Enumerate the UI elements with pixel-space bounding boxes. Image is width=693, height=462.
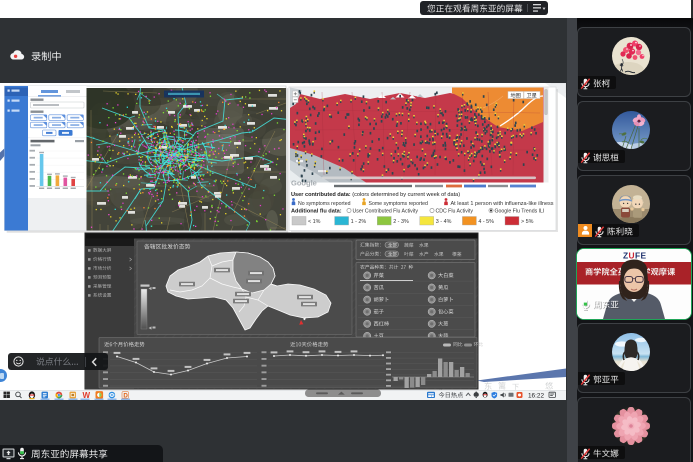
svg-text:1 - 2%: 1 - 2%	[351, 219, 367, 225]
svg-text:> 5%: > 5%	[521, 219, 534, 225]
svg-text:< 1%: < 1%	[308, 219, 321, 225]
svg-text:User contributed data: (colors: User contributed data: (colors determine…	[291, 192, 460, 198]
svg-text:Google: Google	[291, 179, 317, 188]
svg-text:User Contributed Flu Activity: User Contributed Flu Activity	[353, 209, 419, 215]
svg-text:3 - 4%: 3 - 4%	[436, 219, 452, 225]
svg-text:ZUFE: ZUFE	[623, 251, 647, 261]
svg-text:Additional flu data:: Additional flu data:	[291, 209, 342, 215]
svg-text:CDC Flu Activity: CDC Flu Activity	[436, 209, 474, 215]
svg-text:16:22: 16:22	[528, 393, 544, 400]
svg-text:2 - 3%: 2 - 3%	[393, 219, 409, 225]
svg-text:No symptoms reported: No symptoms reported	[298, 201, 351, 207]
svg-text:D: D	[123, 392, 128, 399]
svg-text:Some symptoms reported: Some symptoms reported	[369, 201, 429, 207]
svg-text:At least 1 person with influen: At least 1 person with influenza-like il…	[451, 201, 554, 207]
svg-text:4 - 5%: 4 - 5%	[478, 219, 494, 225]
svg-text:Google Flu Trends ILI: Google Flu Trends ILI	[495, 209, 545, 215]
